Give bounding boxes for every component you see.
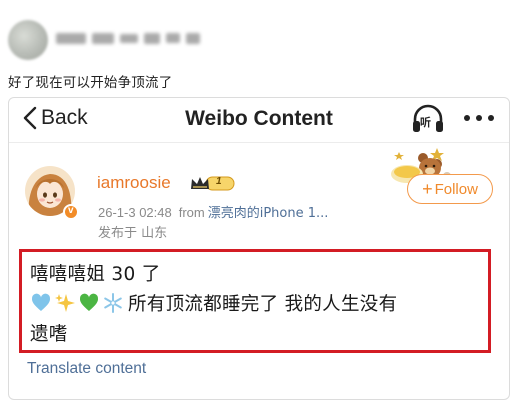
listen-button[interactable]: 听 <box>411 104 445 136</box>
translate-content-link[interactable]: Translate content <box>27 360 146 378</box>
weibo-screenshot-card[interactable]: Back Weibo Content 听 v iamroosie 1 26-1-… <box>8 97 510 400</box>
post-text-line-with-emojis: 所有顶流都睡完了 我的人生没有 <box>30 290 397 316</box>
member-level: 1 <box>216 176 222 187</box>
verified-badge-letter: v <box>68 205 74 216</box>
blue-heart-icon <box>31 293 51 311</box>
outer-avatar[interactable] <box>8 20 48 60</box>
author-username[interactable]: iamroosie <box>97 173 171 193</box>
post-text-highlight: 嘻嘻嘻姐 30 了 所有顶流都睡完了 我的人生没有 遗嗜 <box>19 249 491 353</box>
blur-segment <box>120 33 138 43</box>
from-label: from <box>178 205 205 220</box>
plus-icon: + <box>422 179 433 199</box>
outer-username-blurred[interactable] <box>56 31 200 45</box>
green-heart-icon <box>79 293 99 311</box>
post-text-line: 所有顶流都睡完了 我的人生没有 <box>128 294 398 315</box>
nav-divider <box>9 142 509 143</box>
follow-label: Follow <box>434 180 478 198</box>
member-level-badge[interactable]: 1 <box>190 175 236 192</box>
post-timestamp: 26-1-3 02:48 <box>98 205 172 220</box>
blur-segment <box>186 32 200 44</box>
outer-post-caption: 好了现在可以开始争顶流了 <box>8 75 173 91</box>
sparkles-icon <box>55 294 75 312</box>
snowflake-icon <box>104 293 122 313</box>
listen-label: 听 <box>420 116 431 129</box>
blur-segment <box>144 32 160 44</box>
post-source[interactable]: 漂亮肉的iPhone 1... <box>208 206 329 221</box>
follow-button[interactable]: + Follow <box>407 174 493 204</box>
verified-badge: v <box>63 204 79 220</box>
blur-segment <box>56 32 86 44</box>
post-meta: 26-1-3 02:48 from 漂亮肉的iPhone 1... <box>98 202 328 221</box>
more-dots-icon[interactable] <box>461 106 497 130</box>
crown-icon <box>191 176 235 191</box>
blur-segment <box>166 33 180 43</box>
blur-segment <box>92 32 114 44</box>
post-text-line: 嘻嘻嘻姐 30 了 <box>30 264 161 285</box>
weibo-nav-bar: Back Weibo Content 听 <box>9 98 509 142</box>
post-text-line: 遗嗜 <box>30 324 68 345</box>
post-location: 发布于 山东 <box>98 226 168 241</box>
